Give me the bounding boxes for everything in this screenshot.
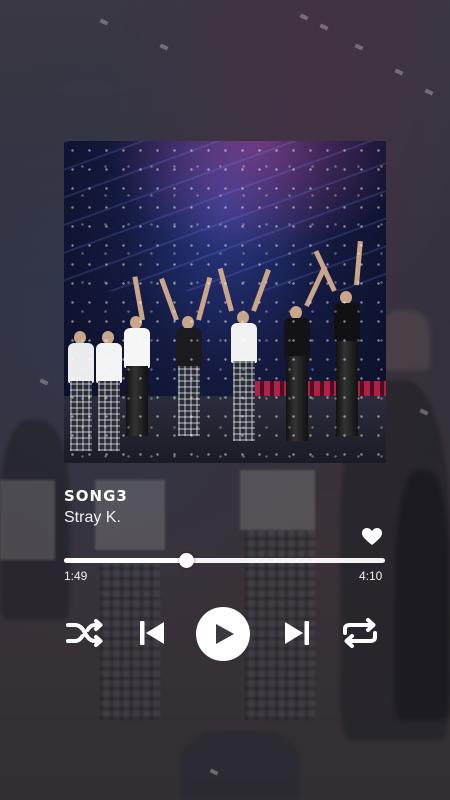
elapsed-time: 1:49 <box>64 569 88 583</box>
shuffle-icon <box>66 619 103 647</box>
music-player-screen: SONG3 Stray K. 1:49 4:10 <box>0 0 450 800</box>
repeat-icon <box>343 618 377 648</box>
heart-icon <box>362 528 382 545</box>
skip-next-icon <box>285 621 309 645</box>
song-title: SONG3 <box>64 487 128 505</box>
play-button[interactable] <box>196 607 250 661</box>
repeat-button[interactable] <box>340 617 380 649</box>
shuffle-button[interactable] <box>66 617 104 649</box>
progress-fill <box>64 558 186 563</box>
total-time: 4:10 <box>359 569 383 583</box>
play-icon <box>216 624 234 644</box>
album-art <box>64 141 386 463</box>
like-button[interactable] <box>362 528 382 546</box>
next-button[interactable] <box>282 617 312 649</box>
progress-thumb[interactable] <box>178 553 194 568</box>
artist-name: Stray K. <box>64 509 121 526</box>
progress-bar[interactable] <box>64 553 385 568</box>
previous-button[interactable] <box>137 617 167 649</box>
skip-previous-icon <box>140 621 164 645</box>
